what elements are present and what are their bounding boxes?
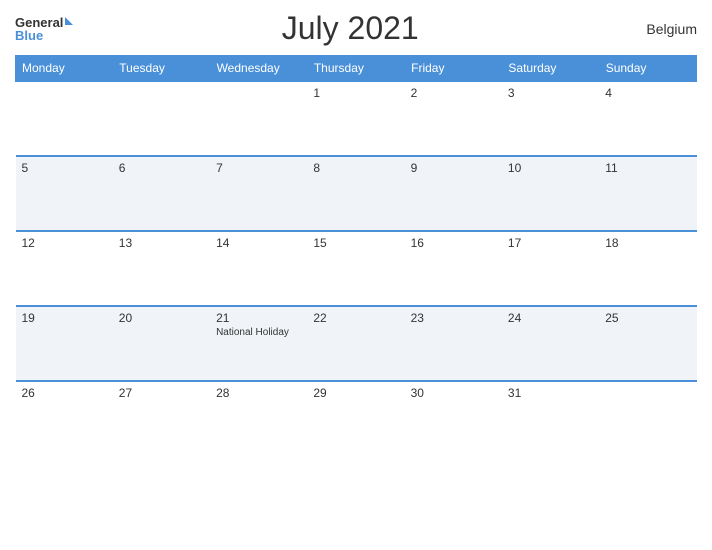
calendar-day-cell: 14 xyxy=(210,231,307,306)
calendar-day-cell: 12 xyxy=(16,231,113,306)
day-number: 19 xyxy=(22,311,107,325)
calendar-grid: Monday Tuesday Wednesday Thursday Friday… xyxy=(15,55,697,456)
calendar-day-cell: 26 xyxy=(16,381,113,456)
weekday-tuesday: Tuesday xyxy=(113,56,210,82)
day-number: 9 xyxy=(411,161,496,175)
calendar-day-cell xyxy=(599,381,696,456)
weekday-thursday: Thursday xyxy=(307,56,404,82)
day-number: 5 xyxy=(22,161,107,175)
day-number: 12 xyxy=(22,236,107,250)
day-number: 17 xyxy=(508,236,593,250)
calendar-day-cell: 3 xyxy=(502,81,599,156)
calendar-day-cell: 13 xyxy=(113,231,210,306)
calendar-day-cell: 19 xyxy=(16,306,113,381)
calendar-day-cell: 9 xyxy=(405,156,502,231)
calendar-day-cell: 15 xyxy=(307,231,404,306)
calendar-container: General Blue July 2021 Belgium Monday Tu… xyxy=(0,0,712,550)
calendar-day-cell: 27 xyxy=(113,381,210,456)
calendar-week-row: 56789 10 11 xyxy=(16,156,697,231)
day-number: 16 xyxy=(411,236,496,250)
day-number: 25 xyxy=(605,311,690,325)
logo-triangle-icon xyxy=(65,17,73,25)
calendar-day-cell: 30 xyxy=(405,381,502,456)
day-number: 26 xyxy=(22,386,107,400)
day-number: 29 xyxy=(313,386,398,400)
calendar-day-cell: 20 xyxy=(113,306,210,381)
day-number: 4 xyxy=(605,86,690,100)
calendar-week-row: 12 13 14 15 16 17 18 xyxy=(16,231,697,306)
day-number: 10 xyxy=(508,161,593,175)
calendar-day-cell: 24 xyxy=(502,306,599,381)
weekday-sunday: Sunday xyxy=(599,56,696,82)
day-number: 15 xyxy=(313,236,398,250)
day-number: 13 xyxy=(119,236,204,250)
weekday-monday: Monday xyxy=(16,56,113,82)
day-number: 31 xyxy=(508,386,593,400)
calendar-day-cell: 18 xyxy=(599,231,696,306)
calendar-day-cell: 25 xyxy=(599,306,696,381)
day-number: 14 xyxy=(216,236,301,250)
day-number: 21 xyxy=(216,311,301,325)
calendar-week-row: 1234 xyxy=(16,81,697,156)
day-number: 23 xyxy=(411,311,496,325)
weekday-saturday: Saturday xyxy=(502,56,599,82)
country-label: Belgium xyxy=(627,21,697,37)
calendar-day-cell: 10 xyxy=(502,156,599,231)
calendar-day-cell xyxy=(210,81,307,156)
calendar-week-row: 19 20 21 National Holiday 22 23 24 25 xyxy=(16,306,697,381)
calendar-day-cell: 31 xyxy=(502,381,599,456)
day-number: 18 xyxy=(605,236,690,250)
day-number: 27 xyxy=(119,386,204,400)
calendar-day-cell: 17 xyxy=(502,231,599,306)
calendar-day-cell: 29 xyxy=(307,381,404,456)
day-event-label: National Holiday xyxy=(216,327,301,338)
calendar-day-cell: 1 xyxy=(307,81,404,156)
day-number: 3 xyxy=(508,86,593,100)
calendar-day-cell: 7 xyxy=(210,156,307,231)
weekday-wednesday: Wednesday xyxy=(210,56,307,82)
day-number: 24 xyxy=(508,311,593,325)
day-number: 6 xyxy=(119,161,204,175)
day-number: 7 xyxy=(216,161,301,175)
calendar-header: General Blue July 2021 Belgium xyxy=(15,10,697,47)
day-number: 11 xyxy=(605,161,690,175)
calendar-day-cell: 4 xyxy=(599,81,696,156)
calendar-day-cell: 11 xyxy=(599,156,696,231)
day-number: 30 xyxy=(411,386,496,400)
day-number: 22 xyxy=(313,311,398,325)
day-number: 1 xyxy=(313,86,398,100)
calendar-day-cell: 5 xyxy=(16,156,113,231)
weekday-header-row: Monday Tuesday Wednesday Thursday Friday… xyxy=(16,56,697,82)
calendar-day-cell xyxy=(113,81,210,156)
calendar-day-cell: 21 National Holiday xyxy=(210,306,307,381)
calendar-day-cell: 16 xyxy=(405,231,502,306)
calendar-day-cell: 28 xyxy=(210,381,307,456)
day-number: 20 xyxy=(119,311,204,325)
calendar-day-cell: 2 xyxy=(405,81,502,156)
day-number: 28 xyxy=(216,386,301,400)
day-number: 8 xyxy=(313,161,398,175)
calendar-week-row: 26 27 28 29 30 31 xyxy=(16,381,697,456)
calendar-day-cell xyxy=(16,81,113,156)
logo-blue-text: Blue xyxy=(15,29,43,42)
weekday-friday: Friday xyxy=(405,56,502,82)
logo-general-text: General xyxy=(15,16,63,29)
month-title: July 2021 xyxy=(73,10,627,47)
day-number: 2 xyxy=(411,86,496,100)
calendar-day-cell: 23 xyxy=(405,306,502,381)
calendar-day-cell: 6 xyxy=(113,156,210,231)
logo: General Blue xyxy=(15,16,73,42)
calendar-day-cell: 8 xyxy=(307,156,404,231)
calendar-day-cell: 22 xyxy=(307,306,404,381)
